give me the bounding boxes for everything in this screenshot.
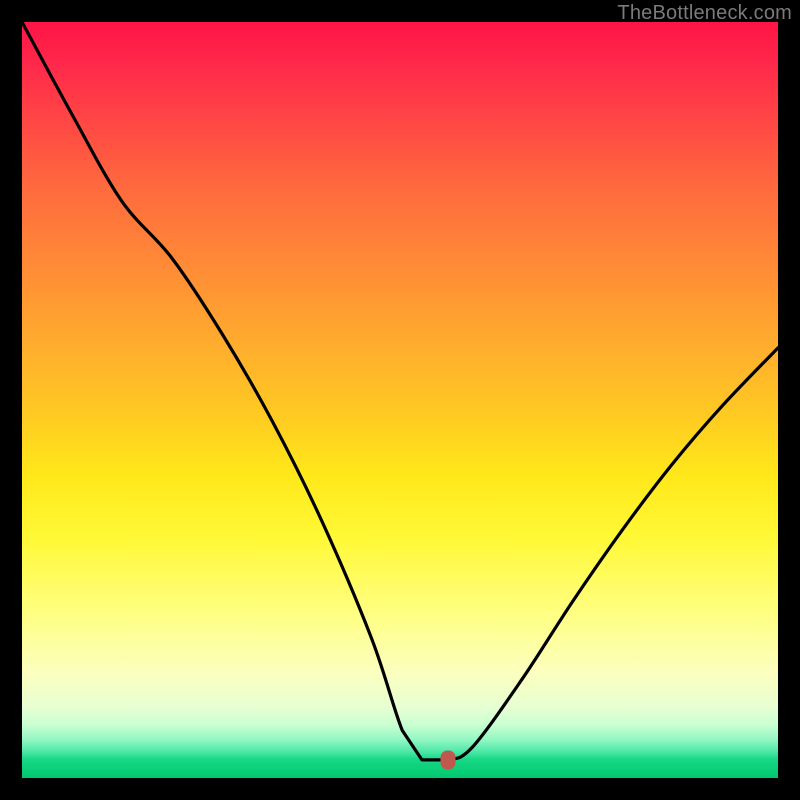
chart-frame: TheBottleneck.com: [0, 0, 800, 800]
optimal-point-marker: [440, 750, 455, 769]
bottleneck-curve: [22, 22, 778, 778]
gradient-plot-area: [22, 22, 778, 778]
